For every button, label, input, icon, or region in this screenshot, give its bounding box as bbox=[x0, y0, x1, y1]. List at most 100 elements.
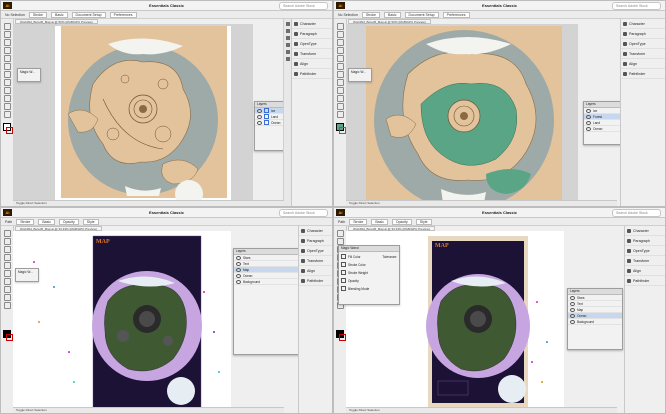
magic-wand-tool-icon[interactable] bbox=[337, 39, 344, 46]
panel-icon[interactable] bbox=[286, 50, 290, 54]
dock-item-transform[interactable]: Transform bbox=[625, 256, 665, 266]
option-row[interactable]: Blending Mode bbox=[341, 286, 397, 291]
option-checkbox[interactable] bbox=[341, 278, 346, 283]
dock-item-align[interactable]: Align bbox=[625, 266, 665, 276]
preferences-button[interactable]: Preferences bbox=[109, 11, 137, 18]
rotate-tool-icon[interactable] bbox=[4, 286, 11, 293]
dock-item-align[interactable]: Align bbox=[292, 59, 332, 69]
dock-item-pathfinder[interactable]: Pathfinder bbox=[621, 69, 665, 79]
direct-selection-tool-icon[interactable] bbox=[337, 238, 344, 245]
dock-item-paragraph[interactable]: Paragraph bbox=[299, 236, 332, 246]
eyedropper-tool-icon[interactable] bbox=[4, 95, 11, 102]
rectangle-tool-icon[interactable] bbox=[4, 63, 11, 70]
stroke-swatch[interactable] bbox=[6, 334, 13, 341]
dock-item-character[interactable]: Character bbox=[625, 226, 665, 236]
direct-selection-tool-icon[interactable] bbox=[4, 31, 11, 38]
graphic-style-dropdown[interactable]: Style bbox=[82, 218, 99, 225]
scale-tool-icon[interactable] bbox=[337, 87, 344, 94]
selection-tool-icon[interactable] bbox=[4, 23, 11, 30]
dock-item-opentype[interactable]: OpenType bbox=[625, 246, 665, 256]
dock-item-paragraph[interactable]: Paragraph bbox=[625, 236, 665, 246]
dock-item-character[interactable]: Character bbox=[299, 226, 332, 236]
stock-search-input[interactable]: Search Adobe Stock bbox=[279, 2, 328, 10]
preferences-button[interactable]: Preferences bbox=[442, 11, 470, 18]
visibility-icon[interactable] bbox=[570, 307, 575, 312]
selection-tool-icon[interactable] bbox=[4, 230, 11, 237]
style-dropdown[interactable]: Basic bbox=[38, 218, 55, 225]
visibility-icon[interactable] bbox=[236, 267, 241, 272]
stroke-field[interactable]: Stroke bbox=[361, 11, 380, 18]
dock-item-character[interactable]: Character bbox=[621, 19, 665, 29]
brush-tool-icon[interactable] bbox=[4, 278, 11, 285]
scale-tool-icon[interactable] bbox=[4, 87, 11, 94]
magic-wand-tooltip[interactable]: Magic W... bbox=[348, 68, 372, 82]
visibility-icon[interactable] bbox=[236, 273, 241, 278]
option-checkbox[interactable] bbox=[341, 262, 346, 267]
dock-item-opentype[interactable]: OpenType bbox=[621, 39, 665, 49]
rotate-tool-icon[interactable] bbox=[4, 79, 11, 86]
canvas-area[interactable] bbox=[346, 24, 578, 203]
dock-item-pathfinder[interactable]: Pathfinder bbox=[625, 276, 665, 286]
graphic-style-dropdown[interactable]: Style bbox=[415, 218, 432, 225]
magic-wand-panel[interactable]: Magic Wand Fill Color Tolerance: Stroke C… bbox=[338, 245, 400, 305]
opacity-field[interactable]: Opacity bbox=[58, 218, 79, 225]
panel-icon[interactable] bbox=[286, 22, 290, 26]
visibility-icon[interactable] bbox=[236, 279, 241, 284]
opacity-field[interactable]: Opacity bbox=[391, 218, 412, 225]
selection-tool-icon[interactable] bbox=[337, 23, 344, 30]
type-tool-icon[interactable] bbox=[337, 55, 344, 62]
rectangle-tool-icon[interactable] bbox=[4, 270, 11, 277]
option-checkbox[interactable] bbox=[341, 286, 346, 291]
visibility-icon[interactable] bbox=[236, 255, 241, 260]
stroke-swatch[interactable] bbox=[339, 127, 346, 134]
visibility-icon[interactable] bbox=[570, 301, 575, 306]
visibility-icon[interactable] bbox=[586, 120, 591, 125]
dock-item-opentype[interactable]: OpenType bbox=[292, 39, 332, 49]
panel-icon[interactable] bbox=[286, 43, 290, 47]
magic-wand-tooltip[interactable]: Magic W... bbox=[17, 68, 41, 82]
dock-item-pathfinder[interactable]: Pathfinder bbox=[299, 276, 332, 286]
brush-tool-icon[interactable] bbox=[337, 71, 344, 78]
stroke-swatch[interactable] bbox=[339, 334, 346, 341]
style-dropdown[interactable]: Basic bbox=[371, 218, 388, 225]
visibility-icon[interactable] bbox=[586, 108, 591, 113]
hand-tool-icon[interactable] bbox=[4, 103, 11, 110]
direct-selection-tool-icon[interactable] bbox=[337, 31, 344, 38]
panel-icon[interactable] bbox=[286, 57, 290, 61]
dock-item-align[interactable]: Align bbox=[299, 266, 332, 276]
workspace-switcher[interactable]: Essentials Classic bbox=[482, 210, 517, 215]
panel-icon[interactable] bbox=[286, 36, 290, 40]
type-tool-icon[interactable] bbox=[4, 262, 11, 269]
canvas-area[interactable]: MAP bbox=[13, 231, 231, 410]
option-row[interactable]: Stroke Color bbox=[341, 262, 397, 267]
stroke-field[interactable]: Stroke bbox=[28, 11, 47, 18]
dock-item-opentype[interactable]: OpenType bbox=[299, 246, 332, 256]
hand-tool-icon[interactable] bbox=[337, 103, 344, 110]
rotate-tool-icon[interactable] bbox=[337, 79, 344, 86]
visibility-icon[interactable] bbox=[257, 120, 262, 125]
option-checkbox[interactable] bbox=[341, 270, 346, 275]
layers-panel[interactable]: Layers Ice Forest Land Ocean bbox=[583, 101, 625, 145]
selection-tool-icon[interactable] bbox=[337, 230, 344, 237]
stock-search-input[interactable]: Search Adobe Stock bbox=[612, 2, 661, 10]
zoom-tool-icon[interactable] bbox=[337, 111, 344, 118]
pen-tool-icon[interactable] bbox=[4, 47, 11, 54]
eyedropper-tool-icon[interactable] bbox=[337, 95, 344, 102]
rectangle-tool-icon[interactable] bbox=[337, 63, 344, 70]
dock-item-pathfinder[interactable]: Pathfinder bbox=[292, 69, 332, 79]
dock-item-transform[interactable]: Transform bbox=[292, 49, 332, 59]
stroke-field[interactable]: Stroke bbox=[349, 218, 368, 225]
layers-panel[interactable]: Layers Stars Text Map Ocean Background bbox=[567, 288, 623, 350]
visibility-icon[interactable] bbox=[570, 313, 575, 318]
direct-selection-tool-icon[interactable] bbox=[4, 238, 11, 245]
visibility-icon[interactable] bbox=[586, 126, 591, 131]
dock-item-character[interactable]: Character bbox=[292, 19, 332, 29]
stock-search-input[interactable]: Search Adobe Stock bbox=[612, 209, 661, 217]
magic-wand-tool-icon[interactable] bbox=[4, 39, 11, 46]
layer-row[interactable]: Background bbox=[234, 279, 302, 285]
scale-tool-icon[interactable] bbox=[4, 294, 11, 301]
zoom-tool-icon[interactable] bbox=[4, 111, 11, 118]
brush-tool-icon[interactable] bbox=[4, 71, 11, 78]
option-row[interactable]: Fill Color Tolerance: bbox=[341, 254, 397, 259]
type-tool-icon[interactable] bbox=[4, 55, 11, 62]
